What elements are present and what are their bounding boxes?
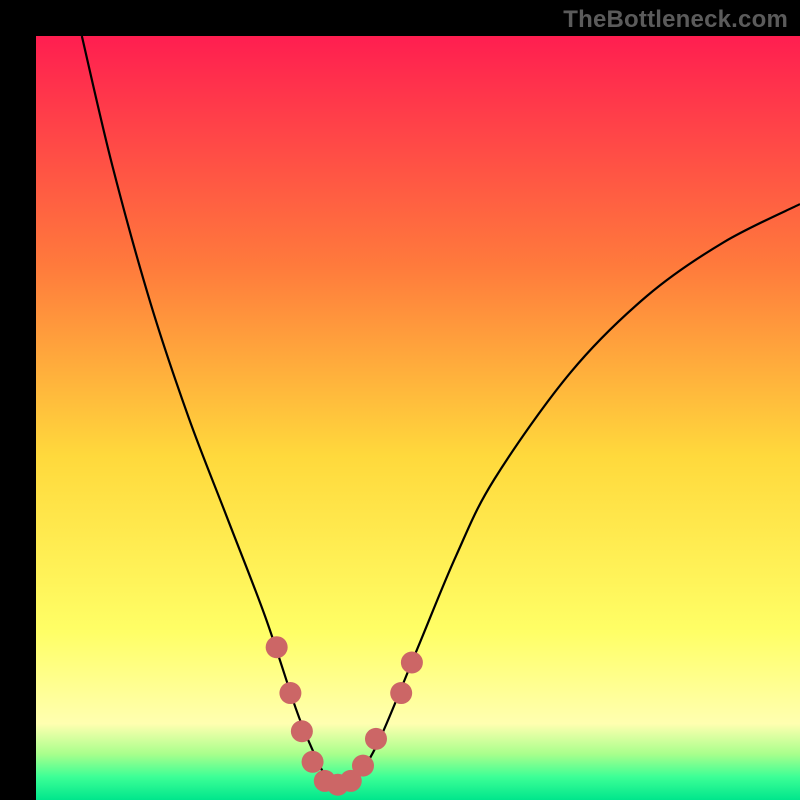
plot-background xyxy=(36,36,800,800)
highlight-dot xyxy=(401,651,423,673)
highlight-dot xyxy=(302,751,324,773)
watermark-text: TheBottleneck.com xyxy=(563,6,788,34)
highlight-dot xyxy=(390,682,412,704)
highlight-dot xyxy=(291,720,313,742)
highlight-dot xyxy=(266,636,288,658)
highlight-dot xyxy=(279,682,301,704)
chart-svg xyxy=(0,0,800,800)
highlight-dot xyxy=(365,728,387,750)
bottleneck-chart: TheBottleneck.com xyxy=(0,0,800,800)
highlight-dot xyxy=(352,755,374,777)
